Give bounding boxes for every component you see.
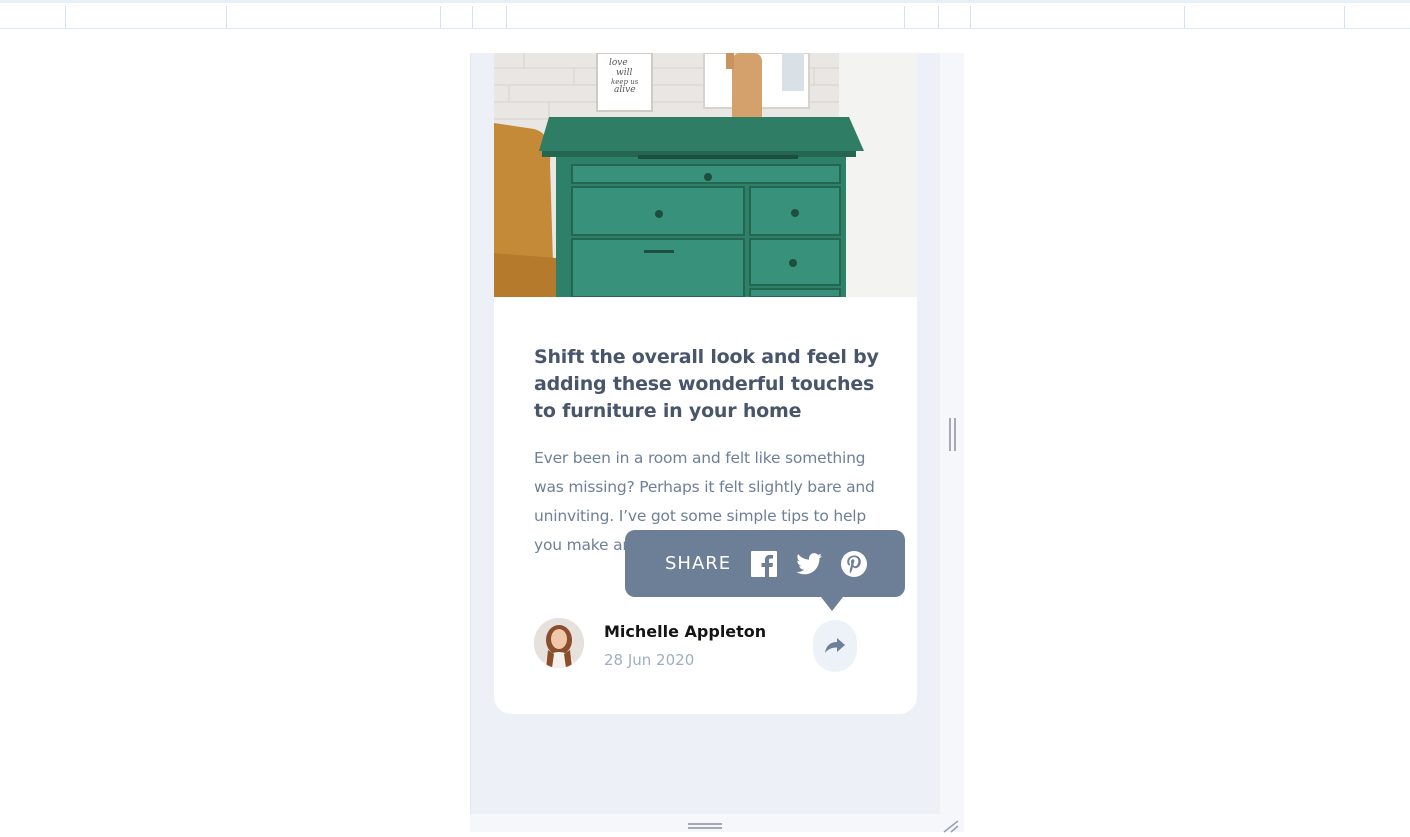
article-title: Shift the overall look and feel by addin… bbox=[534, 346, 879, 422]
svg-text:will: will bbox=[616, 68, 632, 78]
ruler-tick bbox=[1184, 6, 1185, 28]
poster-text: love bbox=[609, 58, 628, 68]
ruler-tick bbox=[472, 6, 473, 28]
ruler-tick bbox=[938, 6, 939, 28]
ruler-tick bbox=[1344, 6, 1345, 28]
top-ruler bbox=[0, 0, 1410, 29]
ruler-tick bbox=[226, 6, 227, 28]
furniture-image: love will keep us alive bbox=[494, 53, 917, 297]
resize-handle-right[interactable] bbox=[949, 418, 956, 451]
ruler-tick bbox=[970, 6, 971, 28]
share-popover: SHARE bbox=[625, 530, 905, 611]
resize-handle-bottom[interactable] bbox=[688, 823, 722, 829]
ruler-tick bbox=[904, 6, 905, 28]
facebook-icon[interactable] bbox=[751, 550, 778, 577]
author-avatar bbox=[534, 618, 584, 668]
author-name: Michelle Appleton bbox=[604, 622, 767, 641]
post-date: 28 Jun 2020 bbox=[604, 651, 695, 669]
ruler-tick bbox=[65, 6, 66, 28]
ruler-tick bbox=[440, 6, 441, 28]
share-label: SHARE bbox=[665, 553, 732, 574]
svg-text:alive: alive bbox=[614, 85, 636, 95]
resize-corner-icon[interactable] bbox=[942, 818, 960, 833]
pinterest-icon[interactable] bbox=[841, 550, 868, 577]
ruler-tick bbox=[506, 6, 507, 28]
share-arrow-icon bbox=[825, 638, 845, 653]
share-button[interactable] bbox=[813, 620, 857, 672]
twitter-icon[interactable] bbox=[796, 551, 823, 577]
article-card: love will keep us alive Shift the overal… bbox=[494, 53, 917, 714]
